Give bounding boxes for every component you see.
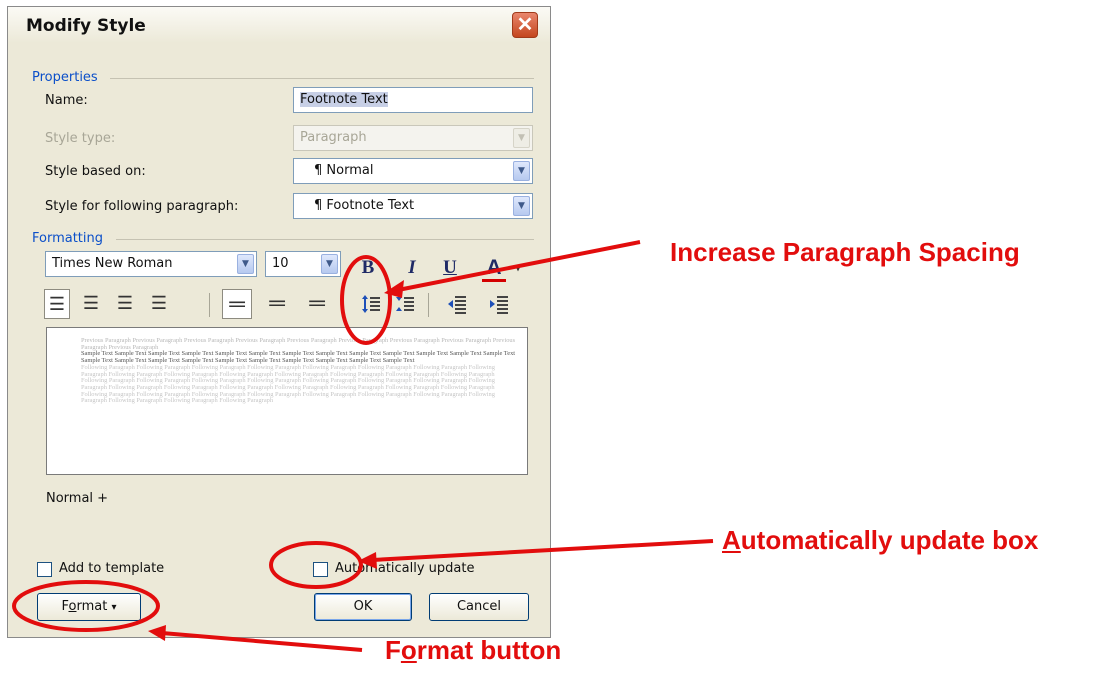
annotation-overlay — [12, 240, 714, 652]
format-highlight-ellipse — [12, 580, 160, 632]
auto-update-highlight-ellipse — [269, 541, 363, 589]
format-arrow-head — [148, 625, 166, 641]
format-arrow-line — [161, 631, 363, 652]
auto-update-arrow-line — [371, 539, 714, 562]
callout-format-button: Format button — [385, 635, 562, 665]
callout-auto-update: Automatically update box — [722, 525, 1039, 555]
spacing-highlight-ellipse — [340, 255, 392, 345]
spacing-arrow-line — [397, 240, 641, 292]
callout-increase-spacing: Increase Paragraph Spacing — [670, 237, 1020, 267]
